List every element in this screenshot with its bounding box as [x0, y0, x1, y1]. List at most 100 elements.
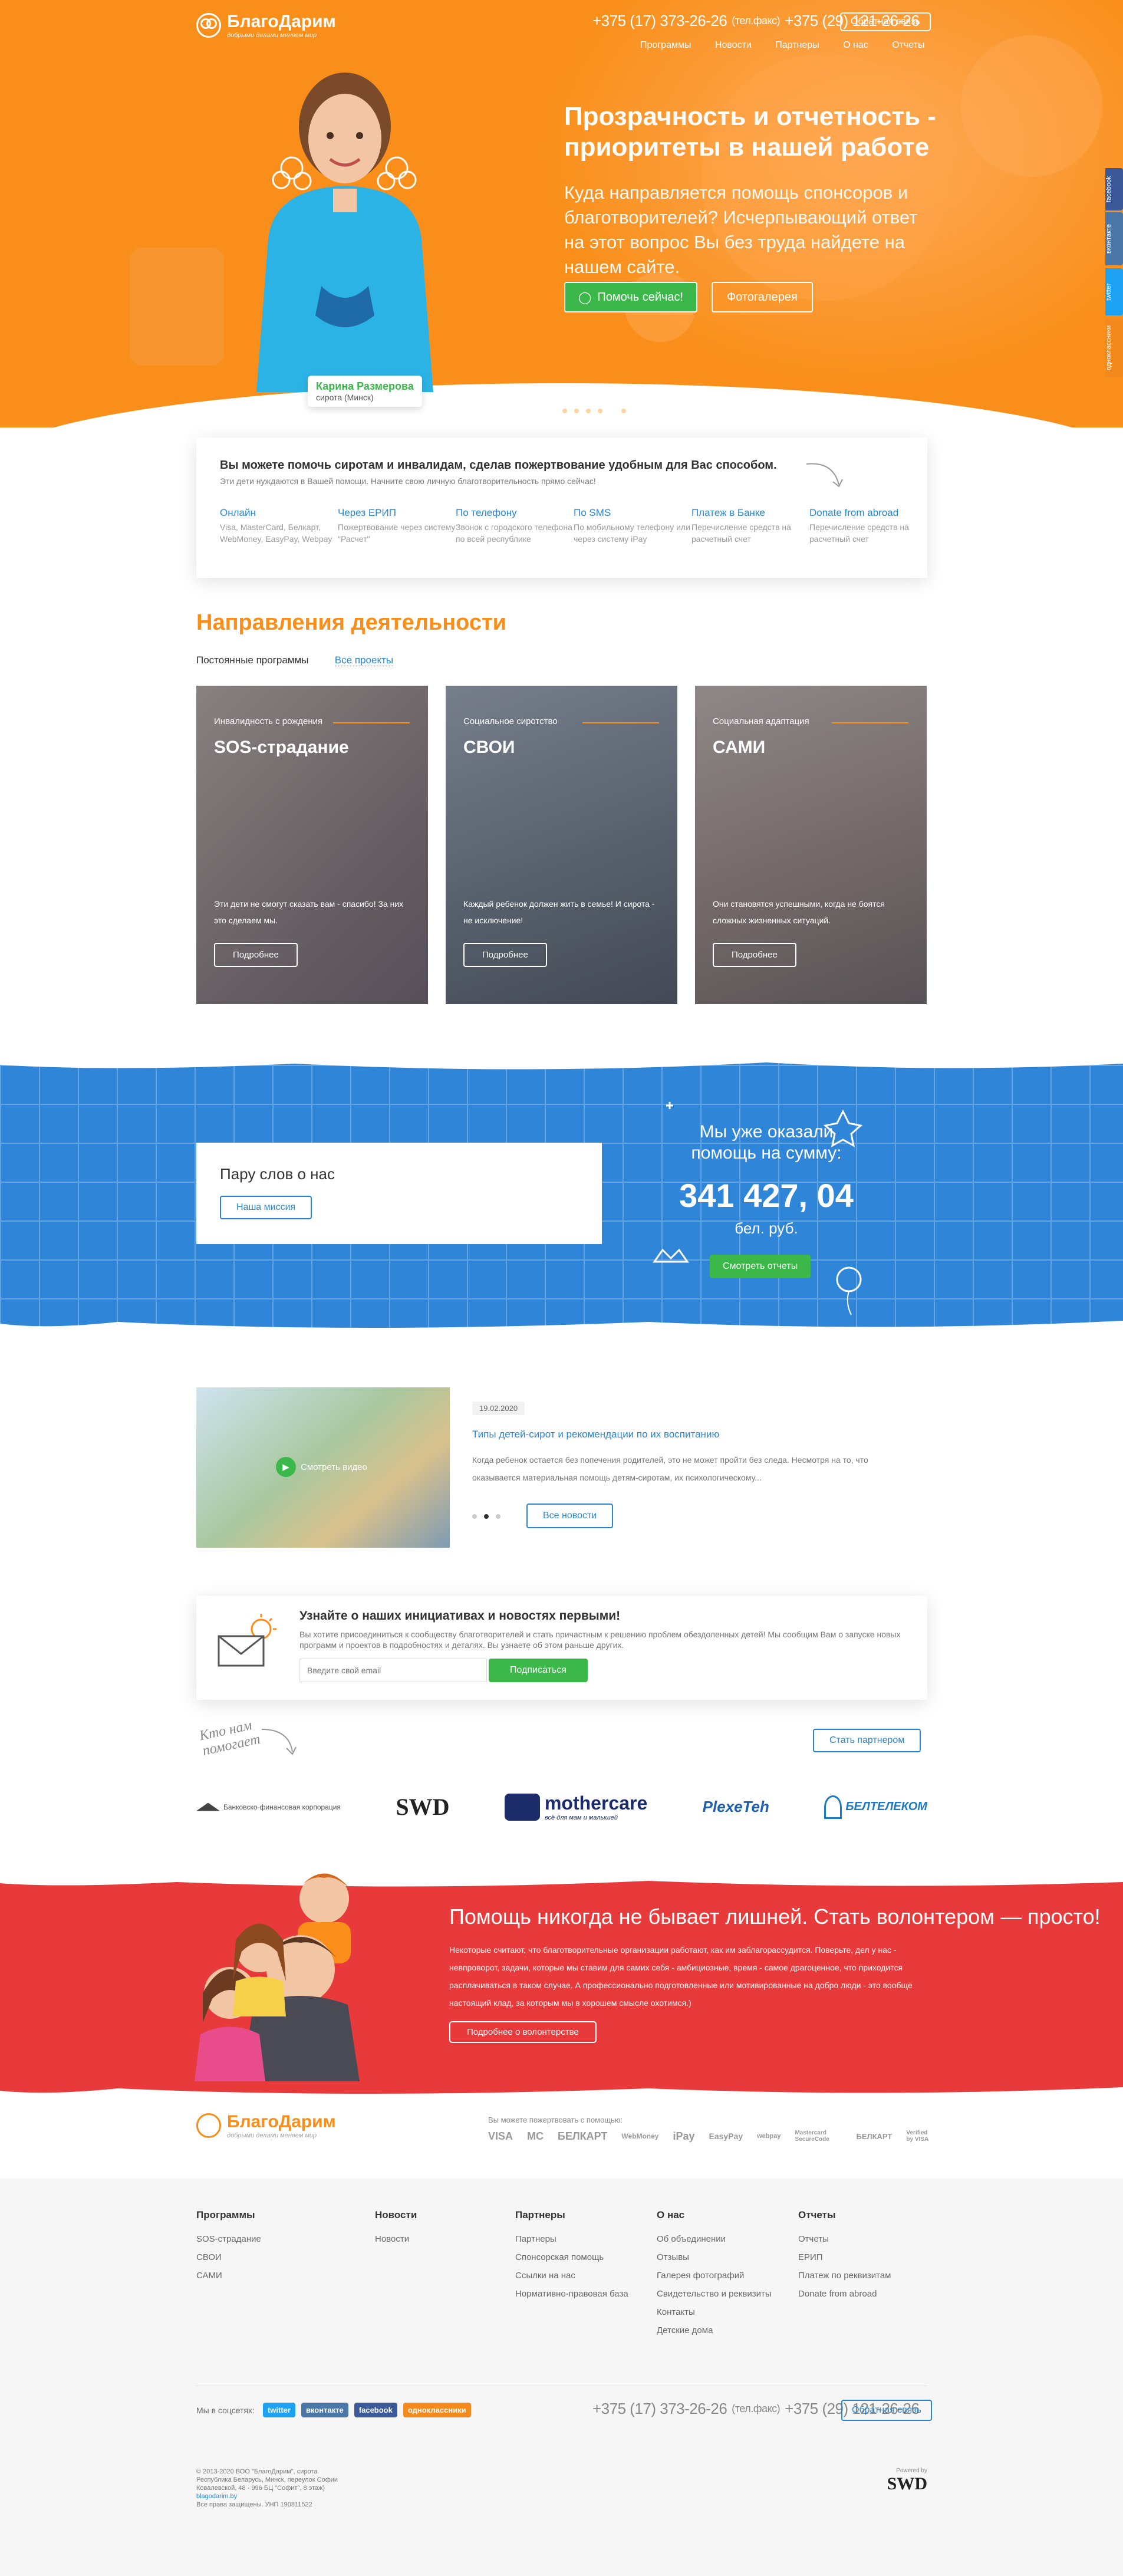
footer-feedback-button[interactable]: Обратная связь — [841, 2400, 932, 2421]
side-ok[interactable]: одноклассники — [1105, 318, 1123, 377]
footer-link[interactable]: SOS-страдание — [196, 2234, 375, 2244]
footer-link[interactable]: Отчеты — [798, 2234, 928, 2244]
become-partner-button[interactable]: Стать партнером — [813, 1729, 921, 1752]
reports-button[interactable]: Смотреть отчеты — [710, 1255, 811, 1278]
social-twitter[interactable]: twitter — [262, 2403, 295, 2417]
brand-logo[interactable]: БлагоДарим добрыми делами меняем мир — [196, 12, 336, 39]
footer-logo[interactable]: БлагоДарим добрыми делами меняем мир — [196, 2112, 336, 2139]
card-line — [333, 722, 410, 723]
footer-col-partners: Партнеры Партнеры Спонсорская помощь Ссы… — [515, 2209, 657, 2307]
mission-button[interactable]: Наша миссия — [220, 1196, 312, 1219]
footer-col-title: О нас — [657, 2209, 685, 2220]
direction-card-sos[interactable]: Инвалидность с рождения SOS-страдание Эт… — [196, 686, 428, 1004]
nav-reports[interactable]: Отчеты — [892, 40, 924, 50]
partner-bank[interactable]: Банковско-финансовая корпорация — [196, 1802, 341, 1811]
footer-social: Мы в соцсетях: twitter вконтакте faceboo… — [196, 2403, 471, 2417]
method-sms[interactable]: По SMS По мобильному телефону или через с… — [574, 507, 691, 545]
news-video[interactable]: ▶ Смотреть видео — [196, 1387, 450, 1548]
tab-permanent[interactable]: Постоянные программы — [196, 654, 308, 666]
payment-logos: VISA MC БЕЛКАРТ WebMoney iPay EasyPay we… — [488, 2130, 950, 2143]
footer-col-title: Программы — [196, 2209, 255, 2220]
method-phone[interactable]: По телефону Звонок с городского телефона … — [456, 507, 574, 545]
subscribe-button[interactable]: Подписаться — [489, 1659, 588, 1682]
partners-handwritten: Кто нам помогает — [197, 1718, 262, 1759]
slider-dot[interactable] — [562, 409, 567, 413]
direction-card-svoi[interactable]: Социальное сиротство СВОИ Каждый ребенок… — [446, 686, 677, 1004]
nav-about[interactable]: О нас — [843, 40, 868, 50]
card-more-button[interactable]: Подробнее — [463, 943, 547, 967]
volunteer-title: Помощь никогда не бывает лишней. Стать в… — [449, 1904, 1101, 1929]
footer-link[interactable]: Новости — [375, 2234, 515, 2244]
side-vk[interactable]: вконтакте — [1105, 212, 1123, 265]
pay-logo: VISA — [488, 2130, 513, 2142]
partner-plexeteh[interactable]: PlexeTeh — [703, 1798, 769, 1816]
method-abroad[interactable]: Donate from abroad Перечисление средств н… — [809, 507, 927, 545]
developer-credit[interactable]: Powered by SWD — [884, 2468, 927, 2494]
pay-logo: webpay — [757, 2133, 781, 2140]
footer-link[interactable]: Нормативно-правовая база — [515, 2289, 657, 2299]
footer-link[interactable]: Ссылки на нас — [515, 2271, 657, 2281]
card-more-button[interactable]: Подробнее — [713, 943, 796, 967]
card-category: Инвалидность с рождения — [214, 716, 323, 726]
volunteer-button[interactable]: Подробнее о волонтерстве — [449, 2021, 597, 2043]
tab-all-projects[interactable]: Все проекты — [334, 654, 394, 666]
email-input[interactable] — [299, 1659, 487, 1682]
method-bank[interactable]: Платеж в Банке Перечисление средств на ра… — [691, 507, 809, 545]
slider-dot[interactable] — [621, 409, 626, 413]
method-text: Перечисление средств на расчетный счет — [691, 522, 791, 544]
partners-logos: Банковско-финансовая корпорация SWD moth… — [196, 1792, 927, 1821]
slider-dot[interactable] — [574, 409, 579, 413]
feedback-button[interactable]: Обратная связь — [840, 12, 931, 31]
footer-link[interactable]: Donate from abroad — [798, 2289, 928, 2299]
social-facebook[interactable]: facebook — [354, 2403, 397, 2417]
footer-col-news: Новости Новости — [375, 2209, 515, 2252]
help-now-button[interactable]: ◯ Помочь сейчас! — [564, 282, 698, 312]
side-facebook[interactable]: facebook — [1105, 168, 1123, 210]
footer-link[interactable]: Платеж по реквизитам — [798, 2271, 928, 2281]
nav-programs[interactable]: Программы — [640, 40, 691, 50]
social-vk[interactable]: вконтакте — [301, 2403, 348, 2417]
footer-link[interactable]: ЕРИП — [798, 2252, 928, 2262]
volunteer-text: Некоторые считают, что благотворительные… — [449, 1945, 913, 2008]
footer-link[interactable]: Контакты — [657, 2307, 798, 2317]
news-dot-active[interactable] — [484, 1514, 489, 1519]
method-text: Перечисление средств на расчетный счет — [809, 522, 909, 544]
all-news-button[interactable]: Все новости — [526, 1504, 614, 1528]
news-dot[interactable] — [472, 1514, 477, 1519]
method-erip[interactable]: Через ЕРИП Пожертвование через систему "Р… — [338, 507, 456, 545]
footer-columns: Программы SOS-страдание СВОИ САМИ Новост… — [196, 2209, 928, 2344]
developer-logo: SWD — [887, 2474, 927, 2493]
partner-beltelecom[interactable]: БЕЛТЕЛЕКОМ — [824, 1795, 927, 1819]
slider-dot-active[interactable] — [610, 409, 614, 413]
footer-link[interactable]: Отзывы — [657, 2252, 798, 2262]
card-more-button[interactable]: Подробнее — [214, 943, 298, 967]
footer-link[interactable]: СВОИ — [196, 2252, 375, 2262]
phone-1[interactable]: +375 (17) 373-26-26 — [592, 2400, 727, 2418]
footer-link[interactable]: Партнеры — [515, 2234, 657, 2244]
phone-1[interactable]: +375 (17) 373-26-26 — [592, 12, 727, 30]
partner-mothercare[interactable]: mothercare всё для мам и малышей — [504, 1792, 647, 1821]
method-online[interactable]: Онлайн Visa, MasterCard, Белкарт, WebMone… — [220, 507, 338, 545]
side-twitter[interactable]: twitter — [1105, 268, 1123, 315]
nav-news[interactable]: Новости — [715, 40, 752, 50]
direction-card-sami[interactable]: Социальная адаптация САМИ Они становятся… — [695, 686, 927, 1004]
play-video[interactable]: ▶ Смотреть видео — [276, 1457, 367, 1477]
news-dot[interactable] — [496, 1514, 500, 1519]
partner-swd[interactable]: SWD — [396, 1793, 449, 1821]
footer-link[interactable]: Спонсорская помощь — [515, 2252, 657, 2262]
card-text: Они становятся успешными, когда не боятс… — [713, 899, 885, 925]
footer-link[interactable]: Свидетельство и реквизиты — [657, 2289, 798, 2299]
pay-logo: Mastercard SecureCode — [795, 2130, 829, 2143]
footer-link[interactable]: Об объединении — [657, 2234, 798, 2244]
family-illustration — [195, 1873, 360, 2081]
nav-partners[interactable]: Партнеры — [775, 40, 819, 50]
footer-link[interactable]: Галерея фотографий — [657, 2271, 798, 2281]
site-link[interactable]: blagodarim.by — [196, 2492, 338, 2501]
gallery-button[interactable]: Фотогалерея — [712, 282, 813, 312]
news-title[interactable]: Типы детей-сирот и рекомендации по их во… — [472, 1429, 719, 1440]
slider-dot[interactable] — [586, 409, 591, 413]
footer-link[interactable]: САМИ — [196, 2271, 375, 2281]
footer-link[interactable]: Детские дома — [657, 2325, 798, 2335]
slider-dot[interactable] — [598, 409, 602, 413]
social-ok[interactable]: одноклассники — [403, 2403, 471, 2417]
